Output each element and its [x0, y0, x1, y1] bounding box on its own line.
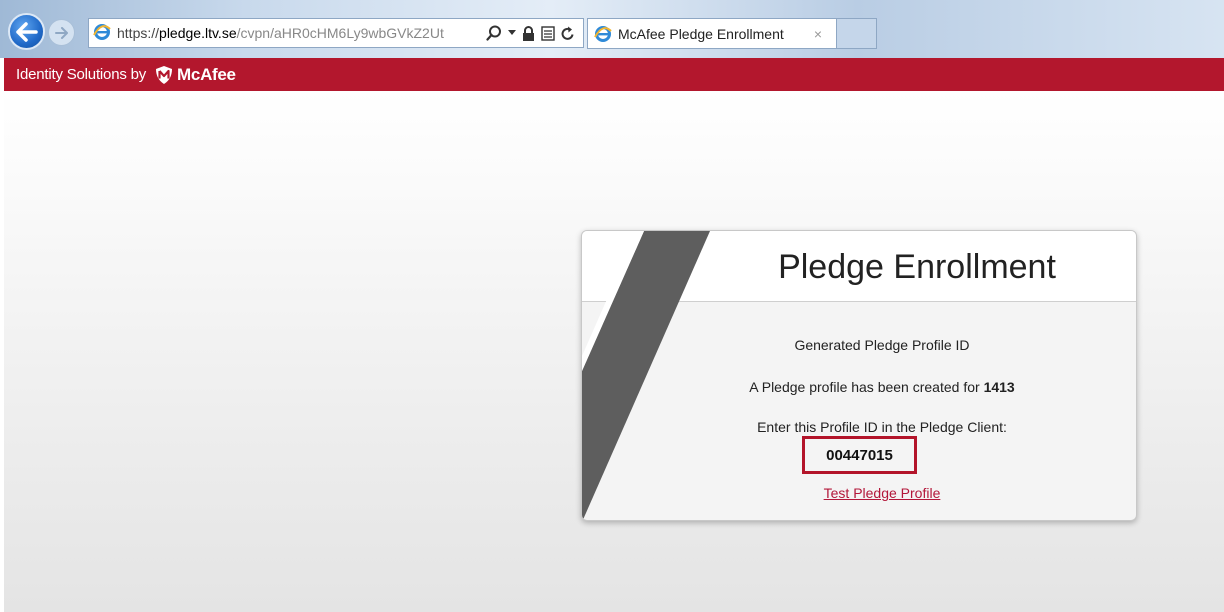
search-icon[interactable] [486, 25, 502, 41]
new-tab-button[interactable] [837, 18, 877, 49]
page-title: Pledge Enrollment [778, 248, 1056, 286]
ie-icon [93, 23, 111, 44]
url-protocol: https:// [117, 25, 160, 41]
compat-view-icon[interactable] [541, 25, 555, 41]
url-path: /cvpn/aHR0cHM6Ly9wbGVkZ2Ut [236, 25, 444, 41]
url-host: pledge.ltv.se [159, 25, 237, 41]
tab-mcafee-pledge-enrollment[interactable]: McAfee Pledge Enrollment × [587, 18, 837, 49]
forward-button[interactable] [48, 19, 75, 46]
ie-tab-icon [594, 25, 612, 42]
url-text: https://pledge.ltv.se/cvpn/aHR0cHM6Ly9wb… [117, 25, 478, 41]
mcafee-shield-icon [156, 65, 173, 84]
enter-instruction: Enter this Profile ID in the Pledge Clie… [757, 419, 1007, 435]
browser-toolbar: https://pledge.ltv.se/cvpn/aHR0cHM6Ly9wb… [0, 0, 1224, 58]
created-message: A Pledge profile has been created for 14… [642, 379, 1122, 395]
created-user: 1413 [983, 379, 1015, 395]
tab-label: McAfee Pledge Enrollment [618, 25, 784, 42]
close-tab-icon[interactable]: × [814, 26, 836, 42]
back-button[interactable] [8, 13, 45, 50]
created-prefix: A Pledge profile has been created for [749, 379, 980, 395]
decorative-stripe [582, 231, 710, 520]
generated-label: Generated Pledge Profile ID [794, 337, 970, 353]
address-bar-icons [478, 25, 583, 41]
test-pledge-profile-link[interactable]: Test Pledge Profile [642, 485, 1122, 501]
site-header: Identity Solutions by McAfee [4, 58, 1224, 91]
mcafee-logo[interactable]: McAfee [154, 65, 236, 85]
profile-id-value: 00447015 [802, 436, 917, 474]
dropdown-icon[interactable] [508, 30, 516, 36]
enrollment-card: Pledge Enrollment Generated Pledge Profi… [581, 230, 1137, 521]
back-arrow-icon [15, 21, 38, 42]
brand-name: McAfee [177, 64, 236, 84]
refresh-icon[interactable] [561, 26, 575, 41]
address-bar[interactable]: https://pledge.ltv.se/cvpn/aHR0cHM6Ly9wb… [88, 18, 584, 48]
forward-arrow-icon [54, 26, 68, 39]
lock-icon[interactable] [522, 25, 535, 41]
brand-text: Identity Solutions by [16, 66, 147, 83]
